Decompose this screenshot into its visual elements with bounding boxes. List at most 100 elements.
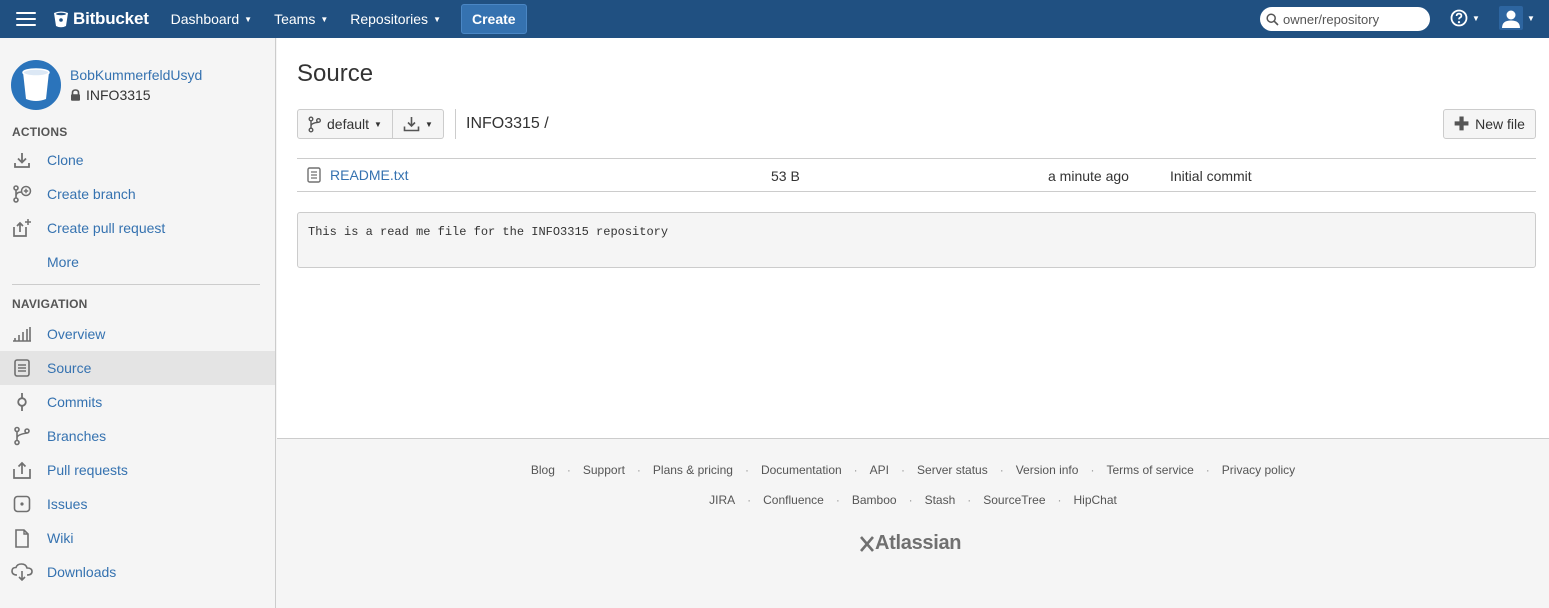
repository-name: INFO3315 (70, 87, 202, 103)
plus-icon: ✚ (1454, 114, 1470, 134)
file-commit-message: Initial commit (1170, 168, 1252, 184)
chevron-down-icon: ▼ (320, 14, 329, 24)
footer-link-documentation[interactable]: Documentation (761, 463, 842, 477)
menu-icon[interactable] (16, 12, 36, 26)
repository-name-label: INFO3315 (86, 87, 151, 103)
nav-repositories[interactable]: Repositories ▼ (350, 11, 441, 27)
source-icon (11, 357, 33, 379)
file-size: 53 B (771, 168, 800, 184)
sidebar-item-wiki-label: Wiki (47, 530, 74, 546)
source-toolbar: default ▼ ▼ (297, 109, 444, 139)
overview-icon (11, 323, 33, 345)
readme-preview: This is a read me file for the INFO3315 … (297, 212, 1536, 268)
navigation-heading: NAVIGATION (12, 297, 88, 311)
download-icon (403, 117, 420, 132)
atlassian-brand: Atlassian (875, 532, 962, 554)
top-navigation-bar: Bitbucket Dashboard ▼ Teams ▼ Repositories… (0, 0, 1549, 38)
footer-link-support[interactable]: Support (583, 463, 625, 477)
user-menu[interactable]: ▼ (1499, 6, 1535, 30)
footer-link-blog[interactable]: Blog (531, 463, 555, 477)
footer-link-confluence[interactable]: Confluence (763, 493, 824, 507)
sidebar-divider (12, 284, 260, 285)
footer-link-plans-pricing[interactable]: Plans & pricing (653, 463, 733, 477)
sidebar-item-commits[interactable]: Commits (0, 385, 275, 419)
action-create-branch-label: Create branch (47, 186, 136, 202)
create-pull-request-icon (11, 217, 33, 239)
repository-header: BobKummerfeldUsyd INFO3315 (0, 38, 275, 118)
action-more-label: More (47, 254, 79, 270)
branch-selector[interactable]: default ▼ (297, 109, 393, 139)
sidebar-item-source-label: Source (47, 360, 92, 376)
brand-name: Bitbucket (73, 9, 149, 28)
nav-dashboard[interactable]: Dashboard ▼ (171, 11, 252, 27)
chevron-down-icon: ▼ (244, 14, 253, 24)
help-icon (1450, 9, 1468, 27)
file-table: README.txt 53 B a minute ago Initial com… (297, 158, 1536, 192)
chevron-down-icon: ▼ (374, 119, 382, 129)
search-input[interactable] (1283, 11, 1423, 27)
sidebar-item-overview-label: Overview (47, 326, 106, 342)
download-menu-button[interactable]: ▼ (392, 109, 444, 139)
file-last-modified: a minute ago (1048, 168, 1129, 184)
file-name-link[interactable]: README.txt (307, 167, 409, 183)
chevron-down-icon: ▼ (424, 119, 433, 129)
bitbucket-logo[interactable]: Bitbucket (53, 9, 149, 29)
branches-icon (11, 425, 33, 447)
sidebar-item-wiki[interactable]: Wiki (0, 521, 275, 555)
toolbar-separator (455, 109, 456, 139)
nav-teams[interactable]: Teams ▼ (274, 11, 328, 27)
sidebar-item-downloads[interactable]: Downloads (0, 555, 275, 589)
branch-selector-label: default (327, 116, 370, 132)
new-file-label: New file (1475, 116, 1525, 132)
download-icon (11, 149, 33, 171)
breadcrumb[interactable]: INFO3315 / (466, 115, 549, 133)
bitbucket-bucket-icon (54, 11, 68, 27)
sidebar-item-pull-requests-label: Pull requests (47, 462, 128, 478)
page-title: Source (297, 60, 374, 87)
sidebar-item-branches-label: Branches (47, 428, 107, 444)
sidebar-item-source[interactable]: Source (0, 351, 275, 385)
footer-link-api[interactable]: API (870, 463, 889, 477)
search-icon (1266, 12, 1279, 26)
chevron-down-icon: ▼ (1472, 13, 1480, 23)
footer-link-hipchat[interactable]: HipChat (1074, 493, 1117, 507)
action-create-pull-request[interactable]: Create pull request (0, 211, 275, 245)
create-button[interactable]: Create (460, 4, 527, 34)
sidebar-item-downloads-label: Downloads (47, 564, 117, 580)
atlassian-logo[interactable]: Atlassian (860, 532, 962, 555)
chevron-down-icon: ▼ (1527, 13, 1535, 23)
wiki-icon (11, 527, 33, 549)
help-menu[interactable]: ▼ (1450, 9, 1480, 27)
footer-link-version-info[interactable]: Version info (1016, 463, 1079, 477)
footer-link-jira[interactable]: JIRA (709, 493, 735, 507)
new-file-button[interactable]: ✚ New file (1443, 109, 1536, 139)
sidebar-item-branches[interactable]: Branches (0, 419, 275, 453)
main-content: Source default ▼ ▼ INFO3315 / ✚ New file… (277, 38, 1549, 438)
action-create-branch[interactable]: Create branch (0, 177, 275, 211)
table-row[interactable]: README.txt 53 B a minute ago Initial com… (297, 159, 1536, 192)
actions-list: Clone Create branch Create pull request … (0, 143, 275, 279)
nav-dashboard-label: Dashboard (170, 11, 240, 27)
search-box[interactable] (1260, 7, 1430, 31)
bucket-icon (22, 68, 50, 101)
action-more[interactable]: More (0, 245, 275, 279)
repository-avatar[interactable] (11, 60, 61, 110)
sidebar-item-overview[interactable]: Overview (0, 317, 275, 351)
repository-owner-link[interactable]: BobKummerfeldUsyd (70, 67, 202, 83)
lock-icon (71, 89, 80, 101)
create-branch-icon (11, 183, 33, 205)
commits-icon (11, 391, 33, 413)
sidebar-item-pull-requests[interactable]: Pull requests (0, 453, 275, 487)
footer-link-server-status[interactable]: Server status (917, 463, 988, 477)
footer-link-privacy-policy[interactable]: Privacy policy (1222, 463, 1295, 477)
atlassian-x-icon (860, 535, 874, 552)
footer-link-stash[interactable]: Stash (925, 493, 956, 507)
nav-teams-label: Teams (274, 11, 316, 27)
sidebar-item-issues[interactable]: Issues (0, 487, 275, 521)
action-clone[interactable]: Clone (0, 143, 275, 177)
footer-link-terms-of-service[interactable]: Terms of service (1106, 463, 1193, 477)
chevron-down-icon: ▼ (433, 14, 441, 24)
navigation-list: Overview Source Commits Branches Pull re… (0, 317, 275, 589)
footer-link-sourcetree[interactable]: SourceTree (983, 493, 1045, 507)
footer-link-bamboo[interactable]: Bamboo (852, 493, 897, 507)
